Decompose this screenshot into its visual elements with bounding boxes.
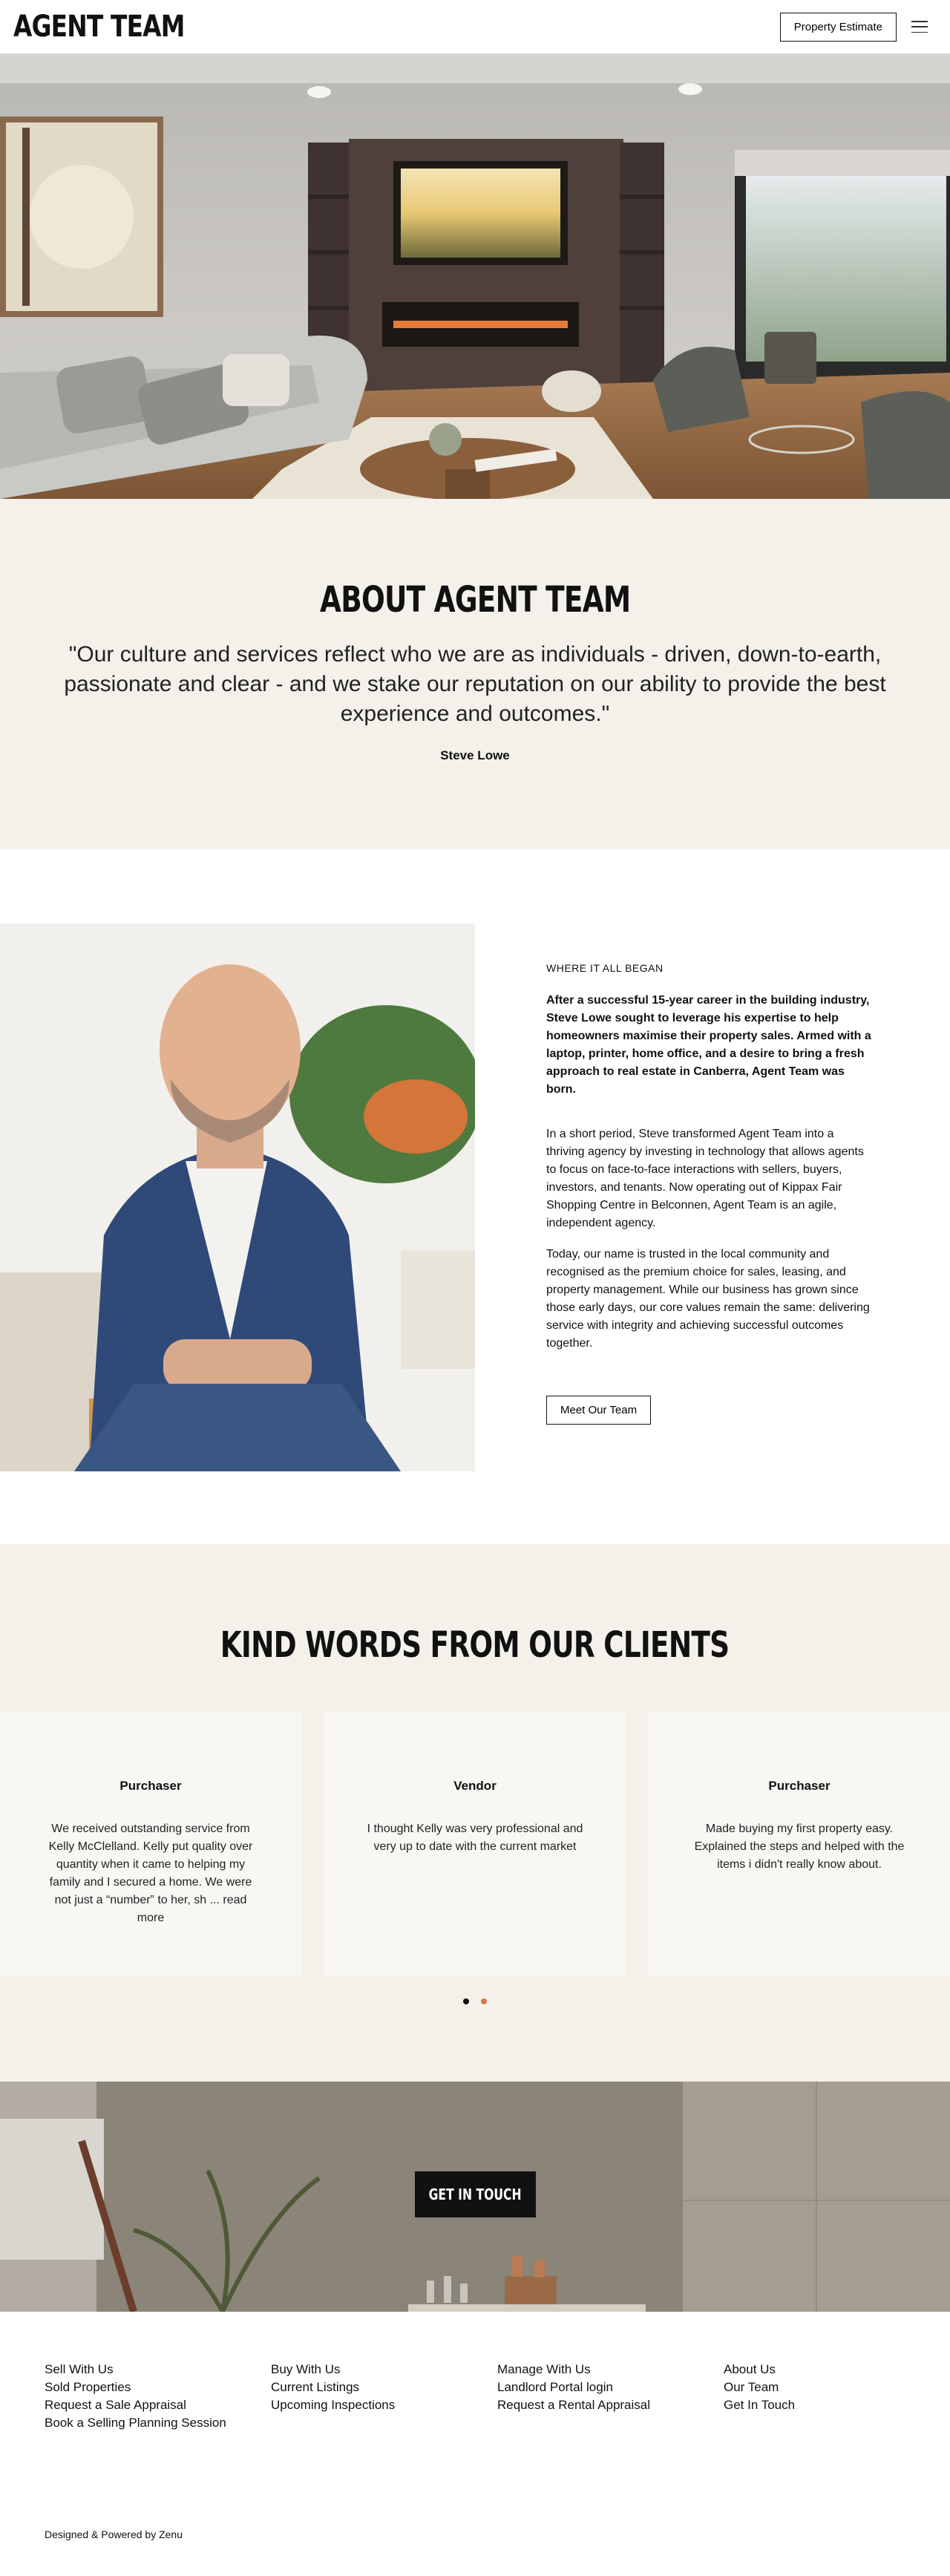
testimonial-carousel[interactable]: Purchaser We received outstanding servic… (0, 1712, 950, 1976)
footer-link[interactable]: Upcoming Inspections (271, 2396, 497, 2414)
testimonials-section: KIND WORDS FROM OUR CLIENTS Purchaser We… (0, 1544, 950, 2082)
story-lead: After a successful 15-year career in the… (546, 994, 871, 1096)
get-in-touch-button[interactable]: GET IN TOUCH (415, 2171, 536, 2217)
menu-icon[interactable] (911, 19, 928, 35)
footer-links: Sell With Us Sold Properties Request a S… (45, 2361, 950, 2432)
footer-link[interactable]: Manage With Us (497, 2361, 724, 2379)
testimonial-card: Vendor I thought Kelly was very professi… (324, 1712, 626, 1976)
story-eyebrow: WHERE IT ALL BEGAN (546, 962, 664, 974)
story-paragraph: In a short period, Steve transformed Age… (546, 1128, 864, 1229)
testimonial-role: Vendor (453, 1779, 497, 1793)
site-header: AGENT TEAM Property Estimate (0, 0, 950, 53)
carousel-dot[interactable] (481, 1998, 487, 2004)
about-title: ABOUT AGENT TEAM (319, 579, 631, 621)
contact-banner: GET IN TOUCH (0, 2082, 950, 2312)
footer-link[interactable]: About Us (724, 2361, 950, 2379)
carousel-dots (0, 1998, 950, 2004)
story-content: WHERE IT ALL BEGAN After a successful 15… (546, 923, 873, 1425)
footer-column-manage: Manage With Us Landlord Portal login Req… (497, 2361, 724, 2432)
about-section: ABOUT AGENT TEAM "Our culture and servic… (0, 499, 950, 849)
footer-link[interactable]: Sold Properties (45, 2379, 271, 2396)
story-paragraph: Today, our name is trusted in the local … (546, 1248, 870, 1350)
testimonial-text: I thought Kelly was very professional an… (367, 1823, 583, 1853)
hero-image (0, 53, 950, 499)
footer-link[interactable]: Request a Rental Appraisal (497, 2396, 724, 2414)
header-actions: Property Estimate (779, 12, 928, 42)
footer-link[interactable]: Current Listings (271, 2379, 497, 2396)
testimonial-text[interactable]: We received outstanding service from Kel… (42, 1820, 260, 1927)
property-estimate-button[interactable]: Property Estimate (779, 12, 897, 42)
carousel-dot[interactable] (463, 1998, 469, 2004)
about-quote: "Our culture and services reflect who we… (64, 642, 886, 726)
footer-column-about: About Us Our Team Get In Touch (724, 2361, 950, 2432)
footer-column-buy: Buy With Us Current Listings Upcoming In… (271, 2361, 497, 2432)
footer-link[interactable]: Get In Touch (724, 2396, 950, 2414)
site-footer: Sell With Us Sold Properties Request a S… (0, 2312, 950, 2576)
testimonial-card: Purchaser We received outstanding servic… (0, 1712, 301, 1976)
site-logo[interactable]: AGENT TEAM (13, 10, 185, 44)
quote-author: Steve Lowe (440, 748, 510, 762)
testimonial-text: Made buying my first property easy. Expl… (694, 1823, 905, 1871)
footer-link[interactable]: Book a Selling Planning Session (45, 2414, 271, 2432)
testimonial-role: Purchaser (119, 1779, 182, 1793)
founder-photo (0, 923, 475, 1471)
footer-link[interactable]: Sell With Us (45, 2361, 271, 2379)
living-room-illustration (0, 53, 950, 499)
story-section: WHERE IT ALL BEGAN After a successful 15… (0, 849, 950, 1544)
testimonial-card: Purchaser Made buying my first property … (649, 1712, 950, 1976)
testimonial-role: Purchaser (768, 1779, 831, 1793)
testimonials-title: KIND WORDS FROM OUR CLIENTS (220, 1624, 730, 1666)
footer-credit[interactable]: Designed & Powered by Zenu (45, 2528, 183, 2540)
meet-our-team-button[interactable]: Meet Our Team (546, 1396, 652, 1425)
footer-link[interactable]: Buy With Us (271, 2361, 497, 2379)
footer-link[interactable]: Landlord Portal login (497, 2379, 724, 2396)
footer-column-sell: Sell With Us Sold Properties Request a S… (45, 2361, 271, 2432)
footer-link[interactable]: Request a Sale Appraisal (45, 2396, 271, 2414)
footer-link[interactable]: Our Team (724, 2379, 950, 2396)
